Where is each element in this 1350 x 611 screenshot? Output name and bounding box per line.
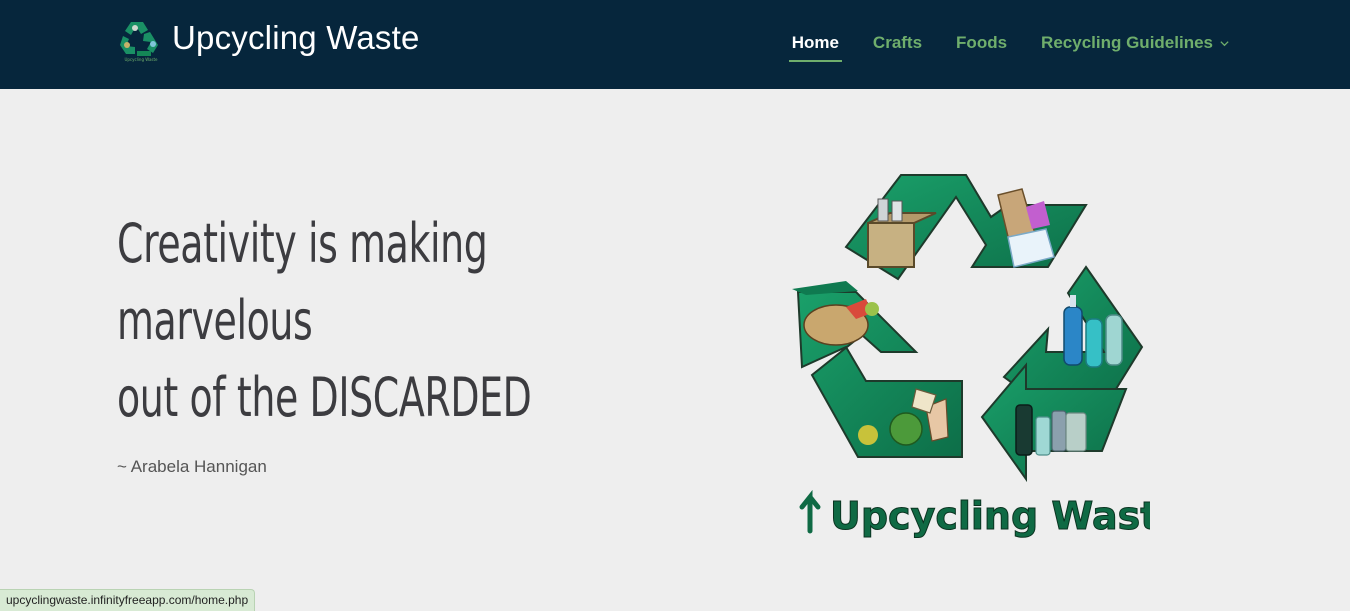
quote-author: ~ Arabela Hannigan [117, 457, 267, 476]
nav-crafts-label: Crafts [872, 33, 923, 52]
nav-home[interactable]: Home [788, 33, 843, 62]
logo-caption: Upcycling Waste [830, 494, 1150, 538]
nav-home-label: Home [791, 33, 839, 52]
quote-line-1: Creativity is making [117, 212, 488, 275]
quote-line-2: marvelous [117, 289, 313, 352]
nav-crafts[interactable]: Crafts [873, 33, 922, 53]
status-url: upcyclingwaste.infinityfreeapp.com/home.… [0, 589, 256, 611]
quote-line-3: out of the DISCARDED [117, 366, 532, 429]
logo-tagline: Upcycling Waste [124, 57, 158, 62]
recycle-logo-icon: Upcycling Waste [120, 22, 158, 62]
upcycling-logo-image: Upcycling Waste [792, 174, 1150, 539]
main-nav: Home Crafts Foods Recycling Guidelines [758, 33, 1230, 62]
nav-foods[interactable]: Foods [956, 33, 1007, 53]
nav-foods-label: Foods [956, 33, 1008, 52]
nav-recycling-guidelines-label: Recycling Guidelines [1041, 33, 1213, 52]
nav-recycling-guidelines[interactable]: Recycling Guidelines [1041, 33, 1230, 53]
brand-link[interactable]: Upcycling Waste Upcycling Waste [117, 18, 420, 62]
brand-name: Upcycling Waste [172, 19, 420, 56]
chevron-down-icon [1220, 40, 1229, 46]
site-header: Upcycling Waste Upcycling Waste Home Cra… [0, 0, 1350, 89]
hero-quote: Creativity is making marvelous out of th… [117, 205, 648, 436]
